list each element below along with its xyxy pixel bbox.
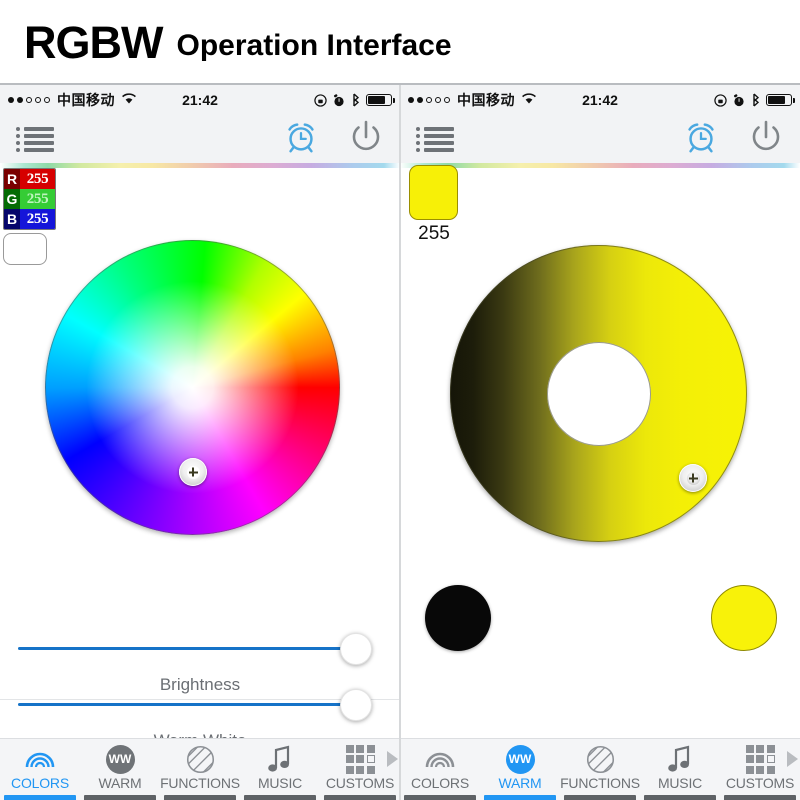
warm-preview-value: 255 [418, 223, 450, 244]
tab-label: COLORS [11, 775, 69, 791]
bottom-tab-bar: COLORS WW WARM FUNCTIONS MUSIC CUSTOMS [0, 738, 400, 800]
tab-label: FUNCTIONS [560, 775, 640, 791]
hue-strip[interactable] [0, 163, 400, 168]
hatched-circle-icon [186, 744, 215, 774]
tab-underline [244, 795, 316, 800]
tab-label: CUSTOMS [725, 775, 795, 791]
phone-panel-warm: 中国移动 21:42 255 COLORS WW WARM FUNCTIONS … [400, 85, 800, 800]
battery-icon [366, 94, 395, 106]
chevron-right-icon[interactable] [387, 751, 398, 767]
rgb-row-blue: B 255 [4, 209, 55, 229]
grid-icon [745, 744, 775, 774]
rgb-row-red: R 255 [4, 169, 55, 189]
warm-white-wheel[interactable] [450, 245, 747, 542]
tab-music[interactable]: MUSIC [640, 739, 720, 800]
warm-white-slider-thumb[interactable] [340, 689, 372, 721]
status-bar: 中国移动 21:42 [0, 85, 400, 115]
tab-underline [164, 795, 236, 800]
alarm-icon [333, 93, 344, 106]
panel-divider [399, 85, 401, 800]
rgb-channel-value: 255 [26, 191, 49, 207]
tab-underline [4, 795, 76, 800]
tab-label: FUNCTIONS [160, 775, 240, 791]
tab-functions[interactable]: FUNCTIONS [160, 739, 240, 800]
music-note-icon [667, 744, 693, 774]
tab-label: MUSIC [257, 775, 303, 791]
page-title: RGBW Operation Interface [0, 0, 800, 85]
tab-underline [324, 795, 396, 800]
tab-label: WARM [498, 775, 542, 791]
maximum-yellow-circle[interactable] [711, 585, 777, 651]
rgb-channel-label: B [4, 209, 20, 229]
rgb-readout: R 255 G 255 B 255 [3, 168, 56, 230]
phone-panel-colors: 中国移动 21:42 R 255 G 255 B 255 Brightness … [0, 85, 400, 800]
hue-strip[interactable] [400, 163, 800, 168]
chevron-right-icon[interactable] [787, 751, 798, 767]
bluetooth-icon [353, 93, 360, 107]
app-toolbar [400, 115, 800, 163]
rotation-lock-icon [714, 93, 727, 107]
battery-icon [766, 94, 795, 106]
ww-circle-icon: WW [105, 744, 135, 774]
rgb-channel-label: G [4, 189, 20, 209]
hsv-color-wheel[interactable] [45, 240, 340, 535]
rgb-row-green: G 255 [4, 189, 55, 209]
hatched-circle-icon [586, 744, 615, 774]
app-toolbar [0, 115, 400, 163]
tab-customs[interactable]: CUSTOMS [720, 739, 800, 800]
tab-underline [644, 795, 716, 800]
tab-colors[interactable]: COLORS [400, 739, 480, 800]
tab-underline [484, 795, 556, 800]
title-primary: RGBW [24, 16, 163, 68]
bottom-tab-bar: COLORS WW WARM FUNCTIONS MUSIC CUSTOMS [400, 738, 800, 800]
list-menu-icon[interactable] [416, 126, 454, 152]
tab-warm[interactable]: WW WARM [80, 739, 160, 800]
power-icon[interactable] [746, 117, 786, 162]
alarm-clock-icon[interactable] [682, 118, 720, 161]
rgb-channel-value: 255 [26, 171, 49, 187]
rainbow-icon [425, 744, 455, 774]
color-preview-swatch [3, 233, 47, 265]
tab-warm[interactable]: WW WARM [480, 739, 560, 800]
status-icons [714, 93, 795, 107]
rgb-channel-value: 255 [26, 211, 49, 227]
app-screenshot: RGBW Operation Interface 中国移动 21:42 R 25… [0, 0, 800, 800]
alarm-clock-icon[interactable] [282, 118, 320, 161]
tab-customs[interactable]: CUSTOMS [320, 739, 400, 800]
tab-label: COLORS [411, 775, 469, 791]
brightness-slider-label: Brightness [159, 675, 241, 694]
grid-icon [345, 744, 375, 774]
tab-underline [724, 795, 796, 800]
title-secondary: Operation Interface [176, 28, 452, 62]
tab-underline [84, 795, 156, 800]
minimum-black-circle[interactable] [425, 585, 491, 651]
status-bar: 中国移动 21:42 [400, 85, 800, 115]
tab-functions[interactable]: FUNCTIONS [560, 739, 640, 800]
tab-label: CUSTOMS [325, 775, 395, 791]
tab-underline [564, 795, 636, 800]
rotation-lock-icon [314, 93, 327, 107]
brightness-slider-thumb[interactable] [340, 633, 372, 665]
music-note-icon [267, 744, 293, 774]
color-wheel-knob[interactable] [179, 458, 207, 486]
tab-label: WARM [98, 775, 142, 791]
tab-label: MUSIC [657, 775, 703, 791]
warm-preview-swatch [409, 165, 458, 220]
rainbow-icon [25, 744, 55, 774]
status-icons [314, 93, 395, 107]
alarm-icon [733, 93, 744, 106]
tab-underline [404, 795, 476, 800]
power-icon[interactable] [346, 117, 386, 162]
warm-wheel-knob[interactable] [679, 464, 707, 492]
bluetooth-icon [753, 93, 760, 107]
rgb-channel-label: R [4, 169, 20, 189]
ww-circle-icon: WW [505, 744, 535, 774]
tab-colors[interactable]: COLORS [0, 739, 80, 800]
tab-music[interactable]: MUSIC [240, 739, 320, 800]
list-menu-icon[interactable] [16, 126, 54, 152]
